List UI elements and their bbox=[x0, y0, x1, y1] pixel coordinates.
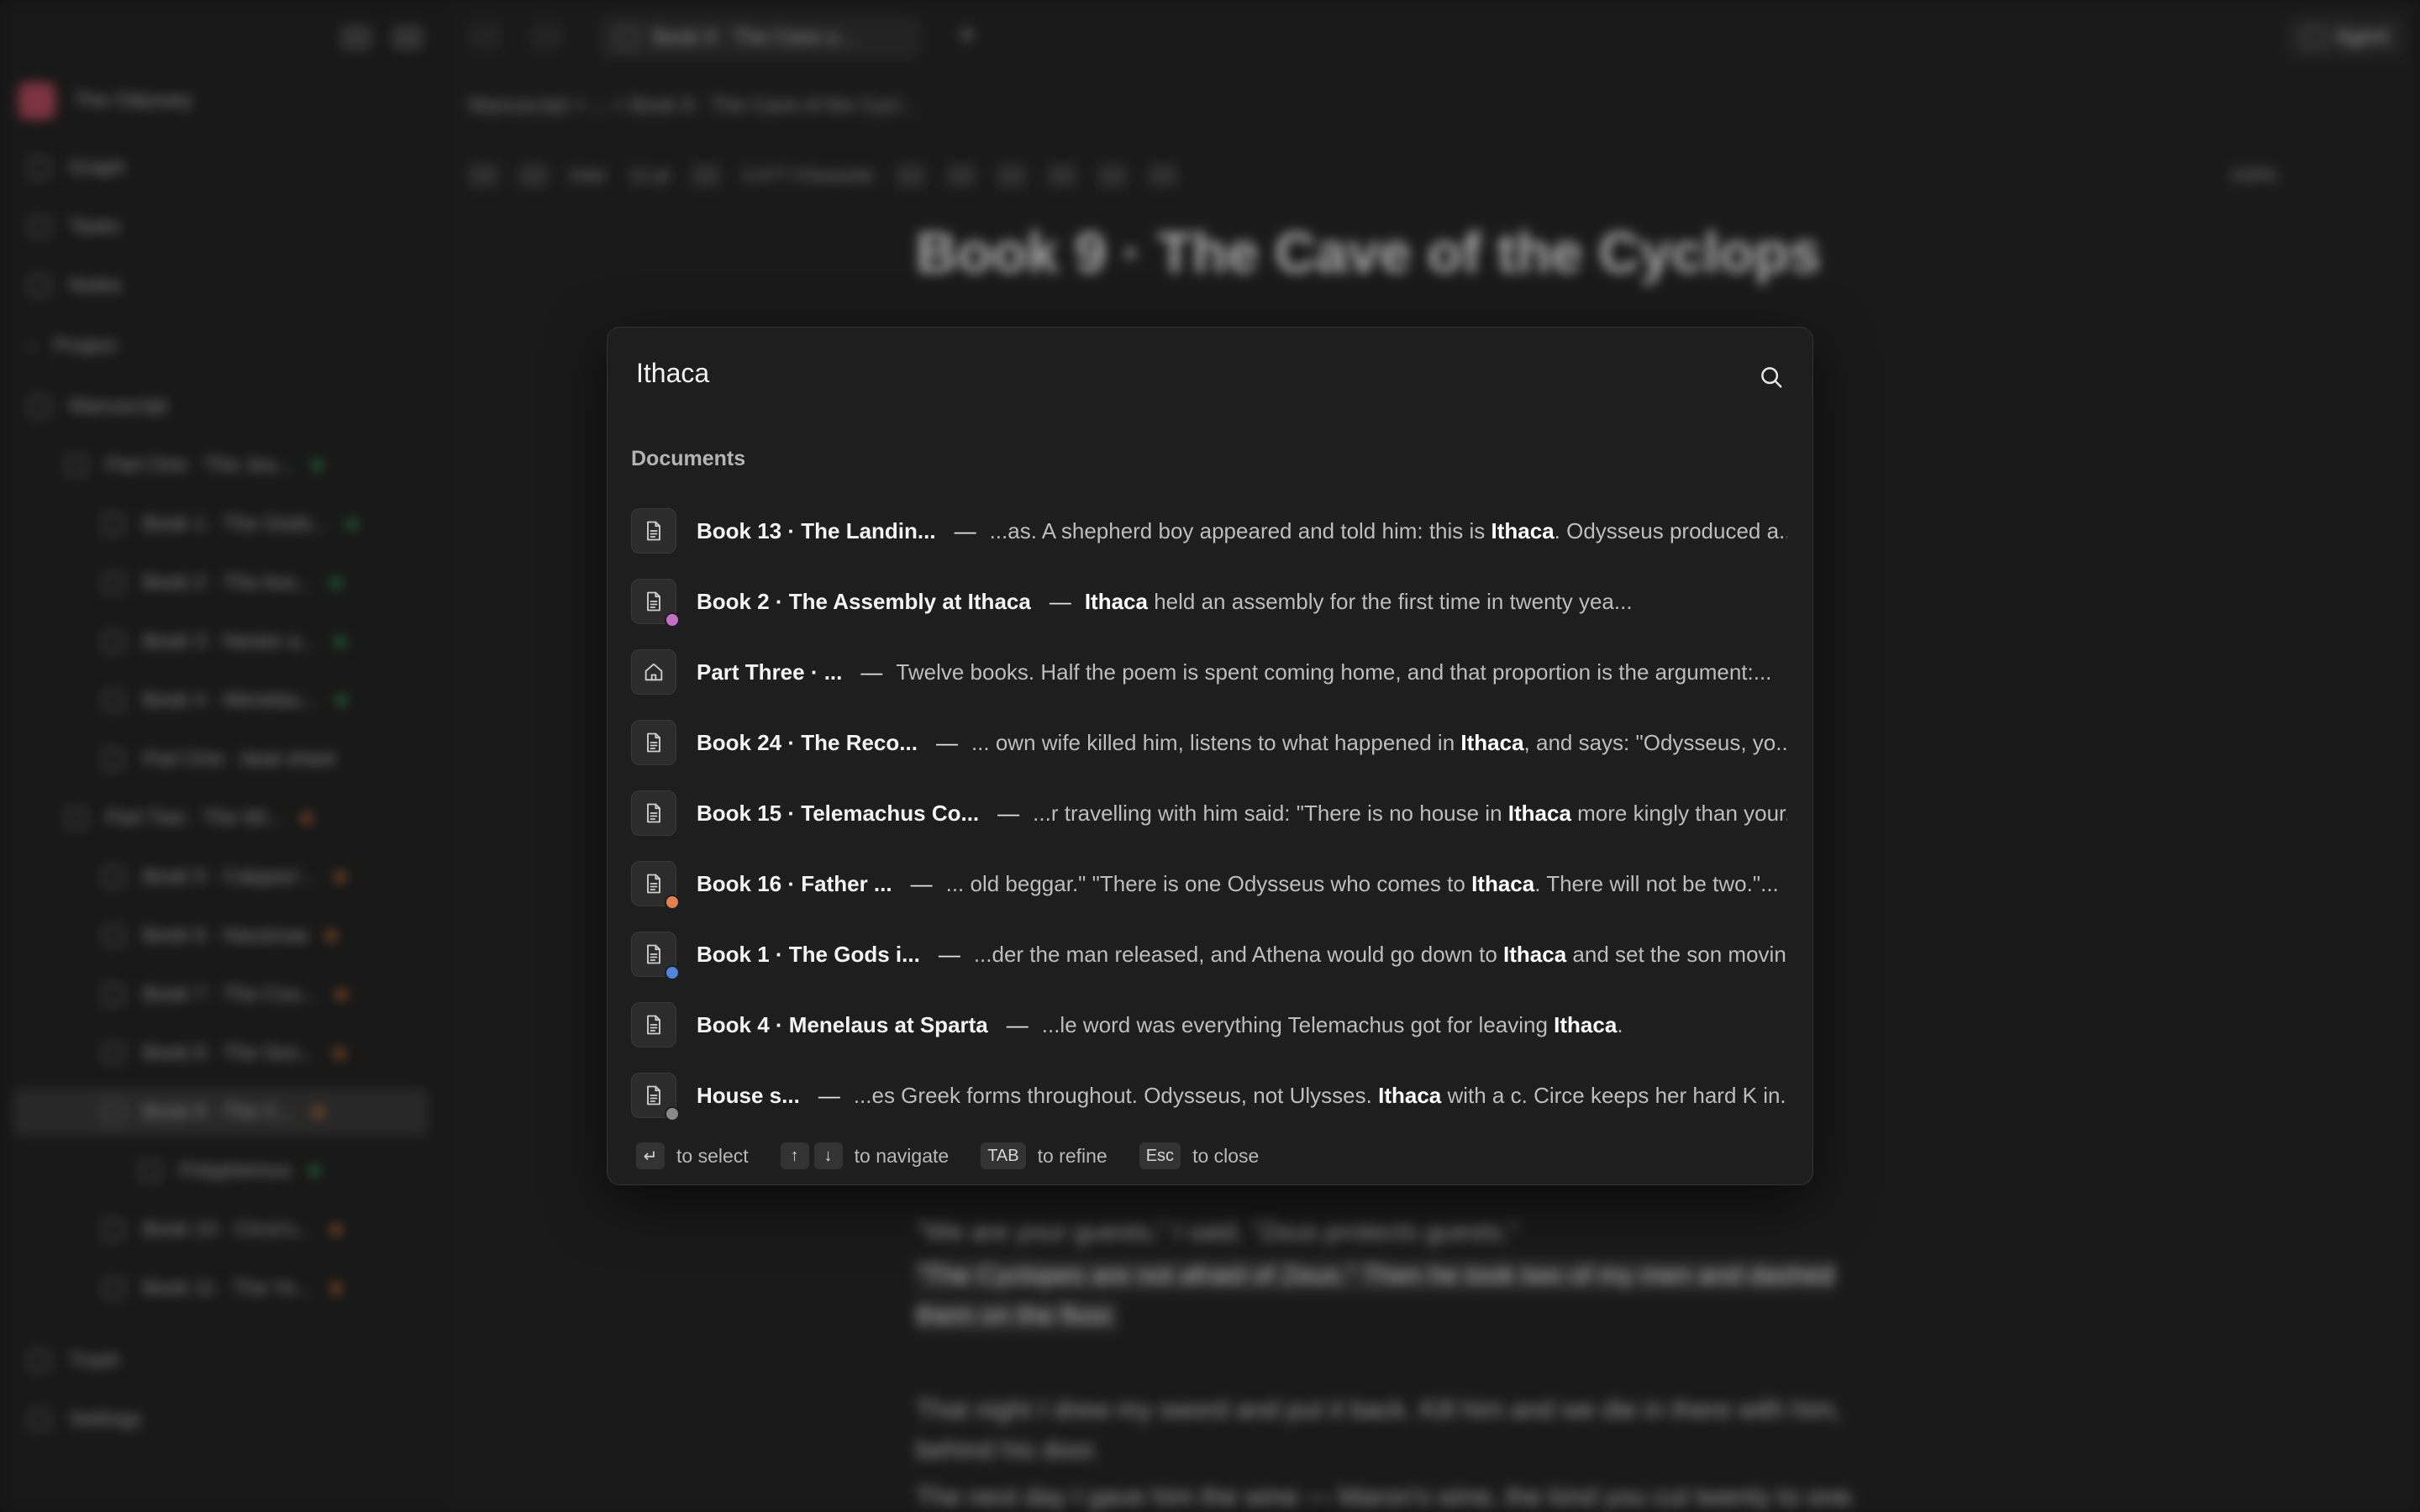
separator: — bbox=[938, 941, 960, 967]
snippet-text: ...der the man released, and Athena woul… bbox=[973, 941, 1504, 967]
snippet-text: ... old beggar." "There is one Odysseus … bbox=[945, 870, 1472, 896]
snippet-text: ...es Greek forms throughout. Odysseus, … bbox=[853, 1082, 1379, 1108]
result-title: House s... bbox=[697, 1082, 800, 1108]
document-icon bbox=[631, 579, 680, 627]
result-snippet: ...r travelling with him said: "There is… bbox=[1033, 801, 1787, 827]
search-result-item[interactable]: Book 1 · The Gods i... — ...der the man re… bbox=[631, 919, 1787, 990]
search-result-item[interactable]: Book 15 · Telemachus Co... — ...r travelli… bbox=[631, 778, 1787, 848]
enter-key: ↵ bbox=[636, 1142, 665, 1169]
result-snippet: Ithaca held an assembly for the first ti… bbox=[1085, 589, 1787, 615]
separator: — bbox=[1049, 588, 1071, 614]
esc-key: Esc bbox=[1139, 1142, 1181, 1169]
separator: — bbox=[910, 870, 933, 896]
result-snippet: ...es Greek forms throughout. Odysseus, … bbox=[854, 1083, 1787, 1109]
snippet-match: Ithaca bbox=[1460, 729, 1524, 755]
result-title: Book 16 · Father ... bbox=[697, 870, 892, 896]
status-dot bbox=[665, 612, 680, 627]
result-title: Book 15 · Telemachus Co... bbox=[697, 800, 980, 826]
snippet-text: ...as. A shepherd boy appeared and told … bbox=[989, 517, 1491, 543]
result-title: Book 4 · Menelaus at Sparta bbox=[697, 1011, 988, 1037]
status-dot bbox=[665, 965, 680, 980]
result-title: Book 1 · The Gods i... bbox=[697, 941, 920, 967]
snippet-text: ...r travelling with him said: "There is… bbox=[1033, 800, 1508, 826]
results-section-label: Documents bbox=[631, 447, 746, 470]
snippet-match: Ithaca bbox=[1503, 941, 1567, 967]
snippet-text: . There will not be two."... bbox=[1534, 870, 1779, 896]
snippet-text: with a c. Circe keeps her hard K in... bbox=[1441, 1082, 1787, 1108]
keyboard-hints: ↵ to select ↑ ↓ to navigate TAB to refin… bbox=[636, 1142, 1279, 1169]
result-snippet: ...le word was everything Telemachus got… bbox=[1042, 1012, 1787, 1038]
results-list: Book 13 · The Landin... — ...as. A shepher… bbox=[631, 496, 1787, 1131]
snippet-text: held an assembly for the first time in t… bbox=[1147, 588, 1633, 614]
home-icon bbox=[631, 649, 676, 695]
snippet-text: ...le word was everything Telemachus got… bbox=[1041, 1011, 1555, 1037]
snippet-text: . Odysseus produced a... bbox=[1554, 517, 1787, 543]
separator: — bbox=[954, 517, 976, 543]
search-input[interactable]: Ithaca bbox=[636, 358, 709, 389]
result-snippet: ... old beggar." "There is one Odysseus … bbox=[946, 871, 1787, 897]
arrow-down-key: ↓ bbox=[813, 1142, 843, 1169]
search-result-item[interactable]: Book 4 · Menelaus at Sparta — ...le word w… bbox=[631, 990, 1787, 1060]
result-snippet: ...as. A shepherd boy appeared and told … bbox=[990, 518, 1787, 544]
separator: — bbox=[997, 800, 1020, 826]
search-result-item[interactable]: Book 2 · The Assembly at Ithaca — Ithaca h… bbox=[631, 566, 1787, 637]
result-title: Part Three · ... bbox=[697, 659, 843, 685]
result-title: Book 2 · The Assembly at Ithaca bbox=[697, 588, 1031, 614]
snippet-match: Ithaca bbox=[1507, 800, 1571, 826]
document-icon bbox=[631, 861, 680, 910]
search-result-item[interactable]: Book 24 · The Reco... — ... own wife kille… bbox=[631, 707, 1787, 778]
snippet-text: more kingly than your... bbox=[1570, 800, 1787, 826]
status-dot bbox=[665, 895, 680, 910]
snippet-text: ... own wife killed him, listens to what… bbox=[971, 729, 1461, 755]
result-title: Book 13 · The Landin... bbox=[697, 517, 936, 543]
snippet-text: , and says: "Odysseus, yo... bbox=[1523, 729, 1787, 755]
document-icon bbox=[631, 932, 680, 980]
result-snippet: ... own wife killed him, listens to what… bbox=[971, 730, 1787, 756]
search-result-item[interactable]: Book 16 · Father ... — ... old beggar." "T… bbox=[631, 848, 1787, 919]
result-snippet: ...der the man released, and Athena woul… bbox=[974, 942, 1787, 968]
search-result-item[interactable]: Book 13 · The Landin... — ...as. A shepher… bbox=[631, 496, 1787, 566]
separator: — bbox=[860, 659, 883, 685]
separator: — bbox=[1006, 1011, 1028, 1037]
snippet-match: Ithaca bbox=[1554, 1011, 1618, 1037]
search-result-item[interactable]: Part Three · ... — Twelve books. Half the … bbox=[631, 637, 1787, 707]
result-snippet: Twelve books. Half the poem is spent com… bbox=[896, 659, 1787, 685]
result-title: Book 24 · The Reco... bbox=[697, 729, 918, 755]
status-dot bbox=[665, 1106, 680, 1121]
snippet-match: Ithaca bbox=[1378, 1082, 1442, 1108]
document-icon bbox=[631, 790, 676, 836]
snippet-text: Twelve books. Half the poem is spent com… bbox=[896, 659, 1772, 685]
search-icon[interactable] bbox=[1759, 365, 1784, 390]
close-hint: to close bbox=[1192, 1144, 1260, 1167]
snippet-text: and set the son movin... bbox=[1566, 941, 1787, 967]
search-result-item[interactable]: House s... — ...es Greek forms throughout.… bbox=[631, 1060, 1787, 1131]
separator: — bbox=[935, 729, 958, 755]
document-icon bbox=[631, 720, 676, 765]
snippet-match: Ithaca bbox=[1491, 517, 1555, 543]
document-icon bbox=[631, 508, 676, 554]
snippet-match: Ithaca bbox=[1084, 588, 1148, 614]
select-hint: to select bbox=[676, 1144, 749, 1167]
tab-key: TAB bbox=[981, 1142, 1026, 1169]
document-icon bbox=[631, 1002, 676, 1047]
navigate-hint: to navigate bbox=[854, 1144, 950, 1167]
search-palette: Ithaca Documents Book 13 · The Landin...… bbox=[607, 327, 1813, 1185]
snippet-text: . bbox=[1617, 1011, 1623, 1037]
separator: — bbox=[818, 1082, 840, 1108]
snippet-match: Ithaca bbox=[1471, 870, 1535, 896]
document-icon bbox=[631, 1073, 680, 1121]
refine-hint: to refine bbox=[1037, 1144, 1107, 1167]
arrow-up-key: ↑ bbox=[780, 1142, 809, 1169]
